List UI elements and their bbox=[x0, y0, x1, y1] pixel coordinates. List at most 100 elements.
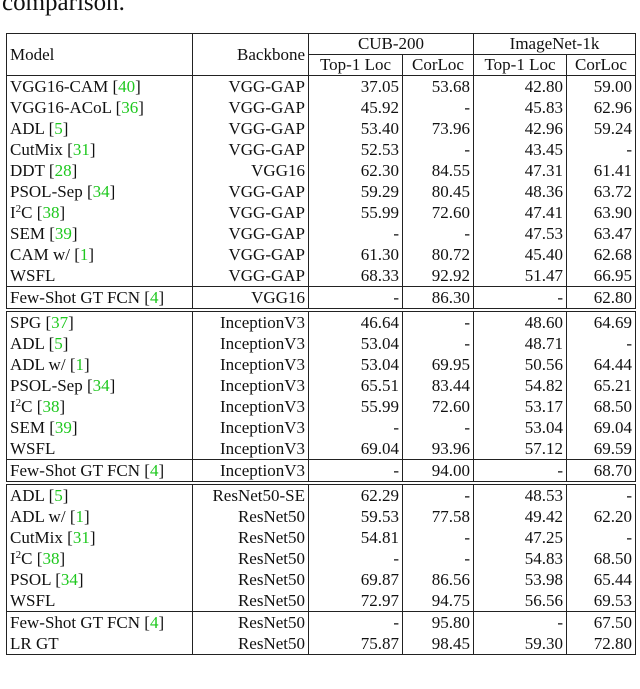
table-row: SPG [37] InceptionV3 46.64-48.60 64.69 bbox=[6, 311, 636, 333]
imagenet-top1-loc-cell: 47.41 bbox=[473, 202, 567, 223]
imagenet-corloc-cell: 65.21 bbox=[566, 375, 636, 396]
table-row: VGG16-CAM [40] VGG-GAP 37.05 53.68 42.80 59.0… bbox=[6, 75, 636, 97]
model-name-cell: ADL [5] bbox=[6, 118, 193, 139]
imagenet-corloc-cell: 59.24 bbox=[566, 118, 636, 139]
citation-link[interactable]: 4 bbox=[150, 461, 159, 480]
imagenet-corloc-cell: - bbox=[566, 139, 636, 160]
imagenet-corloc-cell: 68.70 bbox=[566, 459, 636, 482]
table-row: CAM w/ [1] VGG-GAP 61.30 80.72 45.40 62.68 bbox=[6, 244, 636, 265]
citation-link[interactable]: 36 bbox=[121, 98, 138, 117]
table-row: CutMix [31] ResNet50 54.81-47.25- bbox=[6, 527, 636, 548]
citation-link[interactable]: 38 bbox=[42, 203, 59, 222]
imagenet-top1-loc-cell: 53.04 bbox=[473, 417, 567, 438]
cub-top1-loc-cell: 61.30 bbox=[308, 244, 403, 265]
citation-link[interactable]: 1 bbox=[75, 355, 84, 374]
citation-link[interactable]: 5 bbox=[54, 334, 63, 353]
model-name-cell: PSOL-Sep [34] bbox=[6, 375, 193, 396]
header-backbone: Backbone bbox=[192, 33, 309, 76]
cub-top1-loc-cell: 53.04 bbox=[308, 354, 403, 375]
model-name: ADL w/ bbox=[10, 354, 66, 374]
table-row: SEM [39] InceptionV3- -53.04 69.04 bbox=[6, 417, 636, 438]
citation-link[interactable]: 5 bbox=[54, 486, 63, 505]
model-name-cell: VGG16-ACoL [36] bbox=[6, 97, 193, 118]
imagenet-corloc-cell: 63.90 bbox=[566, 202, 636, 223]
results-table: Model Backbone CUB-200 ImageNet-1k Top-1… bbox=[6, 33, 636, 655]
header-cub-corloc: CorLoc bbox=[402, 54, 474, 76]
table-row: DDT [28] VGG16 62.30 84.55 47.31 61.41 bbox=[6, 160, 636, 181]
cub-corloc-cell: 98.45 bbox=[402, 633, 474, 655]
cub-top1-loc-cell: - bbox=[308, 417, 403, 438]
citation-link[interactable]: 38 bbox=[42, 397, 59, 416]
cub-corloc-cell: - bbox=[402, 484, 474, 506]
cub-top1-loc-cell: 62.30 bbox=[308, 160, 403, 181]
imagenet-corloc-cell: 62.80 bbox=[566, 286, 636, 309]
imagenet-corloc-cell: 68.50 bbox=[566, 548, 636, 569]
backbone-cell: ResNet50 bbox=[192, 590, 309, 612]
model-name-cell: SEM [39] bbox=[6, 417, 193, 438]
imagenet-top1-loc-cell: 45.40 bbox=[473, 244, 567, 265]
imagenet-corloc-cell: 64.44 bbox=[566, 354, 636, 375]
imagenet-top1-loc-cell: 50.56 bbox=[473, 354, 567, 375]
caption-tail: comparison. bbox=[2, 0, 125, 16]
imagenet-top1-loc-cell: - bbox=[473, 611, 567, 633]
imagenet-corloc-cell: - bbox=[566, 484, 636, 506]
cub-top1-loc-cell: 75.87 bbox=[308, 633, 403, 655]
model-name: SPG bbox=[10, 312, 42, 332]
imagenet-corloc-cell: 66.95 bbox=[566, 265, 636, 287]
citation-link[interactable]: 31 bbox=[73, 140, 90, 159]
table-body: VGG16-CAM [40] VGG-GAP 37.05 53.68 42.80 59.0… bbox=[6, 75, 636, 655]
cub-top1-loc-cell: - bbox=[308, 459, 403, 482]
model-name: Few-Shot GT FCN bbox=[10, 612, 141, 632]
table-row: PSOL-Sep [34] InceptionV3 65.51 83.44 54.82 6… bbox=[6, 375, 636, 396]
citation-link[interactable]: 31 bbox=[73, 528, 90, 547]
citation-link[interactable]: 1 bbox=[75, 507, 84, 526]
imagenet-corloc-cell: 69.04 bbox=[566, 417, 636, 438]
backbone-cell: ResNet50 bbox=[192, 527, 309, 548]
imagenet-corloc-cell: 67.50 bbox=[566, 611, 636, 633]
cub-corloc-cell: 53.68 bbox=[402, 75, 474, 97]
cub-corloc-cell: - bbox=[402, 139, 474, 160]
header-model: Model bbox=[6, 33, 193, 76]
backbone-cell: VGG-GAP bbox=[192, 202, 309, 223]
cub-top1-loc-cell: 69.87 bbox=[308, 569, 403, 590]
table-row: VGG16-ACoL [36] VGG-GAP 45.92-45.83 62.96 bbox=[6, 97, 636, 118]
cub-top1-loc-cell: 53.40 bbox=[308, 118, 403, 139]
cub-corloc-cell: 94.75 bbox=[402, 590, 474, 612]
citation-link[interactable]: 39 bbox=[55, 418, 72, 437]
citation-link[interactable]: 4 bbox=[150, 288, 159, 307]
model-name-cell: WSFL bbox=[6, 438, 193, 460]
model-name: SEM bbox=[10, 417, 45, 437]
imagenet-top1-loc-cell: 47.53 bbox=[473, 223, 567, 244]
citation-link[interactable]: 1 bbox=[80, 245, 89, 264]
imagenet-top1-loc-cell: - bbox=[473, 286, 567, 309]
citation-link[interactable]: 34 bbox=[61, 570, 78, 589]
backbone-cell: VGG-GAP bbox=[192, 75, 309, 97]
cub-corloc-cell: 80.45 bbox=[402, 181, 474, 202]
citation-link[interactable]: 34 bbox=[93, 376, 110, 395]
model-name-cell: SPG [37] bbox=[6, 311, 193, 333]
table-row: WSFL InceptionV3 69.04 93.96 57.12 69.59 bbox=[6, 438, 636, 460]
imagenet-top1-loc-cell: - bbox=[473, 459, 567, 482]
table-row: WSFL VGG-GAP 68.33 92.92 51.47 66.95 bbox=[6, 265, 636, 287]
imagenet-corloc-cell: 65.44 bbox=[566, 569, 636, 590]
cub-corloc-cell: 72.60 bbox=[402, 396, 474, 417]
imagenet-top1-loc-cell: 53.17 bbox=[473, 396, 567, 417]
citation-link[interactable]: 38 bbox=[42, 549, 59, 568]
model-name: CAM w/ bbox=[10, 244, 70, 264]
citation-link[interactable]: 40 bbox=[118, 77, 135, 96]
cub-corloc-cell: 93.96 bbox=[402, 438, 474, 460]
imagenet-top1-loc-cell: 54.82 bbox=[473, 375, 567, 396]
cub-top1-loc-cell: 59.29 bbox=[308, 181, 403, 202]
citation-link[interactable]: 37 bbox=[51, 313, 68, 332]
citation-link[interactable]: 5 bbox=[54, 119, 63, 138]
imagenet-corloc-cell: - bbox=[566, 527, 636, 548]
header-row-datasets: Model Backbone CUB-200 ImageNet-1k bbox=[6, 33, 636, 76]
cub-top1-loc-cell: - bbox=[308, 223, 403, 244]
citation-link[interactable]: 34 bbox=[93, 182, 110, 201]
citation-link[interactable]: 28 bbox=[55, 161, 72, 180]
cub-top1-loc-cell: 65.51 bbox=[308, 375, 403, 396]
model-name-cell: I2C [38] bbox=[6, 202, 193, 223]
citation-link[interactable]: 4 bbox=[150, 613, 159, 632]
citation-link[interactable]: 39 bbox=[55, 224, 72, 243]
model-name-cell: I2C [38] bbox=[6, 396, 193, 417]
